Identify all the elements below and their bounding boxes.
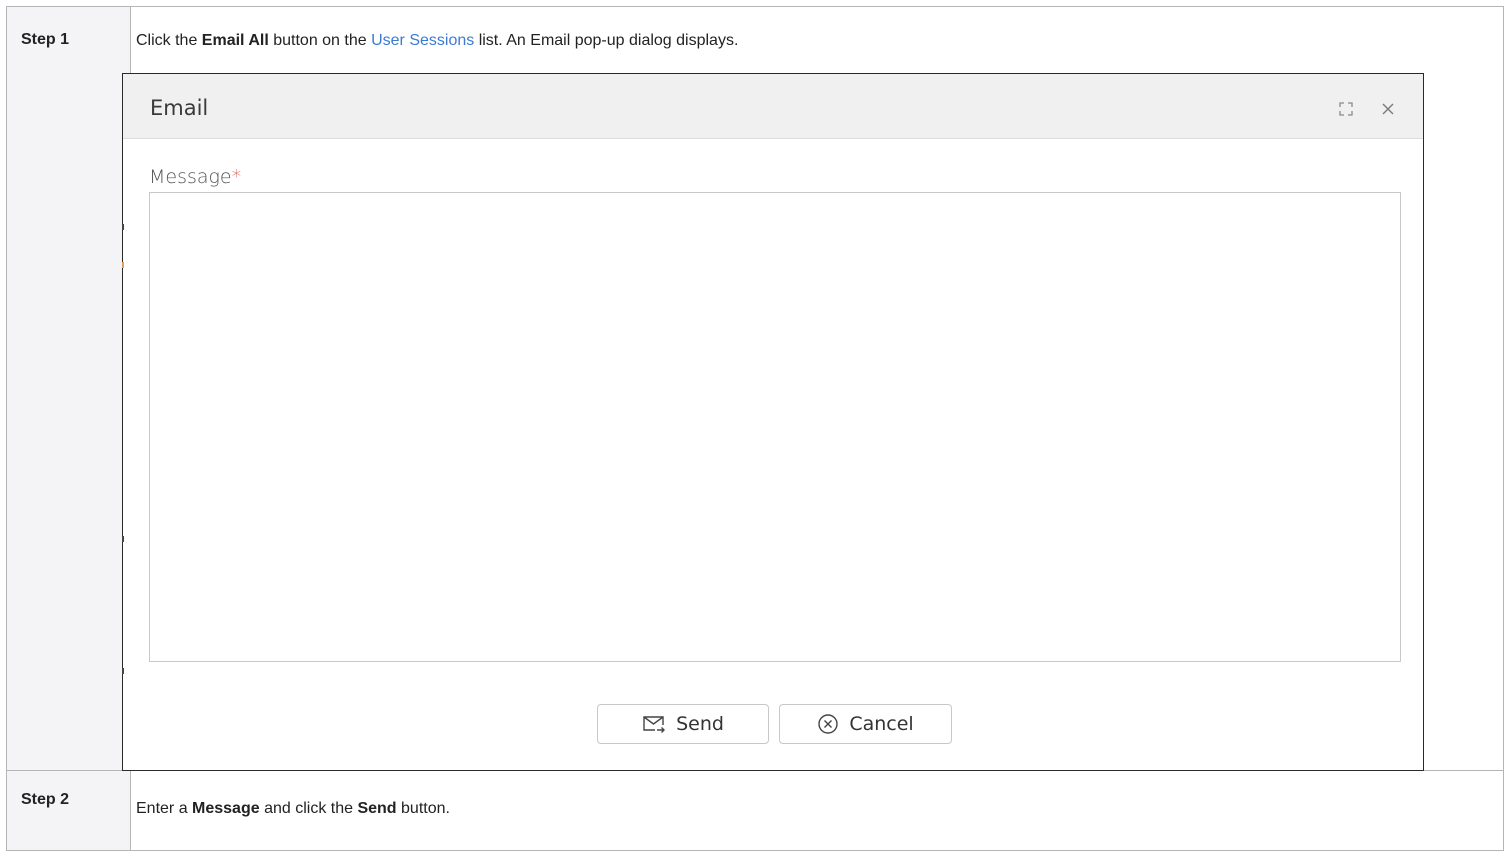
cancel-button[interactable]: Cancel: [779, 704, 952, 744]
required-marker: *: [231, 166, 242, 188]
cancel-circle-icon: [817, 713, 839, 735]
instruction-text: button on the: [268, 32, 372, 49]
instruction-text: Enter a: [136, 800, 193, 817]
step-label: Step 1: [6, 6, 131, 771]
instruction-text: button.: [396, 800, 450, 817]
edge-artifact: [122, 668, 124, 674]
message-textarea[interactable]: [149, 192, 1401, 662]
maximize-icon[interactable]: [1339, 102, 1353, 116]
instruction-bold: Send: [357, 800, 397, 817]
step-body: Enter a Message and click the Send butto…: [130, 770, 1504, 851]
step-row: Step 2 Enter a Message and click the Sen…: [6, 770, 1504, 851]
message-label: Message*: [149, 166, 241, 188]
message-label-text: Message: [149, 166, 232, 188]
edge-artifact: [122, 262, 124, 268]
edge-artifact: [122, 224, 124, 230]
instruction-text: and click the: [259, 800, 358, 817]
instruction-text: Click the: [136, 32, 202, 49]
instruction-text: list. An Email pop-up dialog displays.: [474, 32, 739, 49]
email-dialog: Email Message* Send Cancel: [122, 73, 1424, 771]
send-label: Send: [676, 713, 724, 735]
instruction-bold: Email All: [201, 32, 269, 49]
send-mail-icon: [642, 714, 666, 734]
step-label: Step 2: [6, 770, 131, 851]
dialog-title: Email: [150, 96, 209, 120]
step-instruction: Click the Email All button on the User S…: [131, 7, 1503, 51]
send-button[interactable]: Send: [597, 704, 769, 744]
edge-artifact: [122, 536, 124, 542]
user-sessions-link[interactable]: User Sessions: [371, 32, 474, 49]
instruction-bold: Message: [192, 800, 260, 817]
dialog-header: Email: [123, 74, 1423, 139]
cancel-label: Cancel: [849, 713, 914, 735]
step-instruction: Enter a Message and click the Send butto…: [131, 771, 1503, 819]
close-icon[interactable]: [1379, 100, 1397, 118]
